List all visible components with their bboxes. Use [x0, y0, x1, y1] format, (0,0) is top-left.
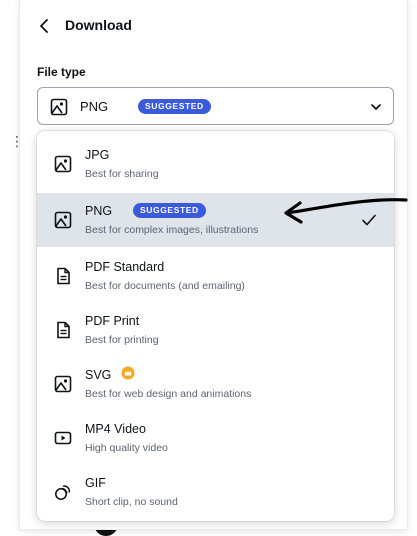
panel-header: Download	[20, 0, 407, 52]
video-icon	[54, 431, 72, 445]
pro-crown-icon	[121, 366, 135, 380]
option-description: High quality video	[85, 442, 168, 454]
option-jpg[interactable]: JPG Best for sharing	[37, 137, 394, 191]
option-pdf-standard[interactable]: PDF Standard Best for documents (and ema…	[37, 249, 394, 303]
option-label: PNG	[85, 204, 113, 218]
image-icon	[54, 375, 72, 393]
option-label: PDF Standard	[85, 260, 165, 274]
checkmark-icon	[362, 214, 376, 226]
option-label: MP4 Video	[85, 422, 146, 436]
option-pdf-print[interactable]: PDF Print Best for printing	[37, 303, 394, 357]
option-label: SVG	[85, 368, 112, 382]
file-type-dropdown: JPG Best for sharing PNG SUGGESTED Best …	[37, 131, 394, 521]
suggested-badge: SUGGESTED	[138, 99, 211, 114]
chevron-down-icon	[371, 104, 381, 110]
download-panel: Download File type PNG SUGGESTED JPG Bes…	[20, 0, 407, 529]
selected-file-type: PNG	[80, 99, 109, 114]
image-icon	[54, 155, 72, 173]
gif-icon	[55, 485, 71, 500]
option-description: Best for sharing	[85, 168, 159, 180]
panel-title: Download	[65, 17, 132, 33]
file-type-select[interactable]: PNG SUGGESTED	[37, 87, 394, 125]
option-gif[interactable]: GIF Short clip, no sound	[37, 465, 394, 519]
option-label: PDF Print	[85, 314, 140, 328]
option-png[interactable]: PNG SUGGESTED Best for complex images, i…	[37, 193, 394, 247]
option-description: Best for documents (and emailing)	[85, 280, 245, 292]
option-description: Short clip, no sound	[85, 496, 178, 508]
chevron-left-icon[interactable]	[34, 15, 56, 37]
option-label: JPG	[85, 148, 110, 162]
option-description: Best for web design and animations	[85, 388, 252, 400]
option-svg[interactable]: SVG Best for web design and animations	[37, 357, 394, 411]
image-icon	[54, 211, 72, 229]
suggested-badge: SUGGESTED	[133, 203, 206, 218]
option-label: GIF	[85, 476, 106, 490]
file-type-label: File type	[37, 65, 86, 79]
document-icon	[57, 267, 70, 285]
document-icon	[57, 321, 70, 339]
option-description: Best for complex images, illustrations	[85, 224, 259, 236]
option-description: Best for printing	[85, 334, 159, 346]
option-mp4-video[interactable]: MP4 Video High quality video	[37, 411, 394, 465]
image-icon	[50, 98, 68, 116]
